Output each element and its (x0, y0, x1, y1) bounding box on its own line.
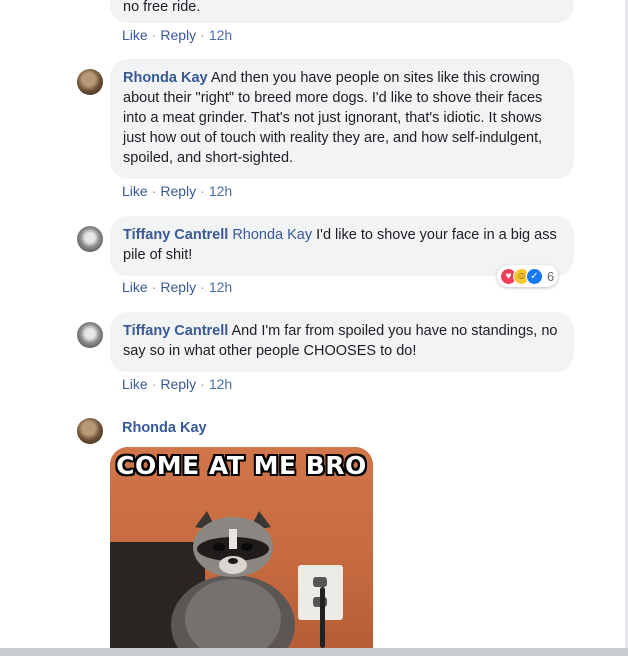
timestamp-link[interactable]: 12h (209, 376, 232, 392)
separator: · (200, 27, 205, 43)
author-name[interactable]: Tiffany Cantrell (123, 323, 228, 339)
comment-text: no free ride. (123, 0, 201, 15)
timestamp-link[interactable]: 12h (209, 183, 232, 199)
reply-link[interactable]: Reply (160, 376, 196, 392)
reaction-count: 6 (547, 268, 555, 284)
reply-link[interactable]: Reply (160, 279, 196, 295)
like-link[interactable]: Like (122, 279, 148, 295)
comment-image[interactable]: COME AT ME BRO (110, 447, 373, 648)
image-caption: COME AT ME BRO (116, 451, 367, 480)
raccoon-illustration (171, 511, 295, 648)
author-name[interactable]: Rhonda Kay (123, 70, 208, 86)
like-link[interactable]: Like (122, 27, 148, 43)
comment-bubble: Tiffany Cantrell And I'm far from spoile… (110, 312, 574, 372)
comment-actions: Like · Reply · 12h (122, 278, 232, 296)
avatar[interactable] (77, 322, 103, 348)
separator: · (151, 27, 157, 43)
comment-actions: Like · Reply · 12h (122, 26, 232, 44)
image-cord (320, 587, 325, 648)
comment-actions: Like · Reply · 12h (122, 182, 232, 200)
mention-link[interactable]: Rhonda Kay (232, 227, 312, 243)
separator: · (200, 279, 205, 295)
reply-link[interactable]: Reply (160, 183, 196, 199)
avatar[interactable] (77, 418, 103, 444)
separator: · (200, 376, 205, 392)
reply-link[interactable]: Reply (160, 27, 196, 43)
like-link[interactable]: Like (122, 183, 148, 199)
comment-bubble: no free ride. (110, 0, 574, 23)
like-reaction-icon: ✓ (526, 267, 543, 285)
horizontal-scrollbar[interactable] (0, 648, 628, 656)
avatar[interactable] (77, 69, 103, 95)
comment-actions: Like · Reply · 12h (122, 375, 232, 393)
author-name[interactable]: Rhonda Kay (122, 419, 207, 437)
separator: · (200, 183, 205, 199)
separator: · (151, 183, 157, 199)
timestamp-link[interactable]: 12h (209, 279, 232, 295)
reactions-summary[interactable]: ♥ ☺ ✓ 6 (497, 265, 559, 287)
author-name[interactable]: Tiffany Cantrell (123, 227, 228, 243)
separator: · (151, 279, 157, 295)
avatar[interactable] (77, 226, 103, 252)
like-link[interactable]: Like (122, 376, 148, 392)
timestamp-link[interactable]: 12h (209, 27, 232, 43)
separator: · (151, 376, 157, 392)
comment-bubble: Rhonda Kay And then you have people on s… (110, 59, 574, 179)
